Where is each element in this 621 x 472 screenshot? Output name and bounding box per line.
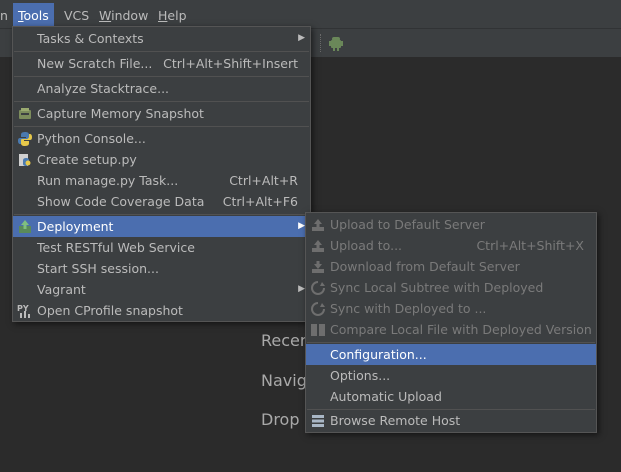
menu-separator — [14, 101, 309, 102]
menu-item-capture-memory-snapshot[interactable]: Capture Memory Snapshot — [13, 103, 310, 124]
menu-item-compare-local-file[interactable]: Compare Local File with Deployed Version — [306, 319, 596, 340]
sync-icon — [311, 302, 325, 316]
menu-item-label: Options... — [330, 368, 391, 383]
menu-item-vagrant[interactable]: Vagrant ▶ — [13, 279, 310, 300]
menu-item-sync-local-subtree[interactable]: Sync Local Subtree with Deployed — [306, 277, 596, 298]
tools-menu: Tasks & Contexts ▶ New Scratch File... C… — [12, 26, 311, 322]
menu-item-shortcut: Ctrl+Alt+Shift+Insert — [163, 56, 298, 71]
menubar-item-run[interactable]: n — [0, 3, 13, 28]
menu-item-upload-to[interactable]: Upload to... Ctrl+Alt+Shift+X — [306, 235, 596, 256]
menu-separator — [14, 76, 309, 77]
menu-item-label: Python Console... — [37, 131, 146, 146]
menu-separator — [14, 51, 309, 52]
menu-item-label: Sync with Deployed to ... — [330, 301, 487, 316]
menu-item-automatic-upload[interactable]: Automatic Upload — [306, 386, 596, 407]
welcome-recent-projects[interactable]: Recen — [261, 331, 310, 350]
deployment-icon — [19, 220, 31, 233]
deployment-submenu: Upload to Default Server Upload to... Ct… — [305, 212, 597, 433]
menu-item-label: Capture Memory Snapshot — [37, 106, 204, 121]
menu-item-label: Test RESTful Web Service — [37, 240, 195, 255]
menu-item-run-manage-py-task[interactable]: Run manage.py Task... Ctrl+Alt+R — [13, 170, 310, 191]
menu-separator — [307, 342, 595, 343]
menu-item-label: Analyze Stacktrace... — [37, 81, 170, 96]
toolbar-separator — [320, 34, 321, 52]
menu-item-open-cprofile-snapshot[interactable]: PY Open CProfile snapshot — [13, 300, 310, 321]
menu-separator — [14, 214, 309, 215]
menu-item-analyze-stacktrace[interactable]: Analyze Stacktrace... — [13, 78, 310, 99]
menu-item-show-code-coverage[interactable]: Show Code Coverage Data Ctrl+Alt+F6 — [13, 191, 310, 212]
menubar-item-window[interactable]: Window — [94, 3, 153, 28]
menu-item-start-ssh-session[interactable]: Start SSH session... — [13, 258, 310, 279]
sync-icon — [311, 281, 325, 295]
menu-item-label: Run manage.py Task... — [37, 173, 179, 188]
menu-item-label: Create setup.py — [37, 152, 137, 167]
submenu-arrow-icon: ▶ — [298, 33, 305, 43]
menu-item-browse-remote-host[interactable]: Browse Remote Host — [306, 410, 596, 431]
compare-icon — [311, 324, 325, 336]
cprofile-icon: PY — [17, 304, 30, 318]
menu-item-label: Sync Local Subtree with Deployed — [330, 280, 544, 295]
menu-item-shortcut: Ctrl+Alt+Shift+X — [476, 238, 584, 253]
upload-icon — [312, 240, 324, 252]
welcome-navigate[interactable]: Navig — [261, 371, 307, 390]
menu-item-label: Upload to... — [330, 238, 403, 253]
menu-item-test-restful[interactable]: Test RESTful Web Service — [13, 237, 310, 258]
menu-item-deployment[interactable]: Deployment ▶ — [13, 216, 310, 237]
svg-text:PY: PY — [17, 304, 29, 313]
menubar-item-help[interactable]: Help — [153, 3, 192, 28]
menu-item-shortcut: Ctrl+Alt+R — [229, 173, 298, 188]
menu-item-label: Browse Remote Host — [330, 413, 461, 428]
menu-item-label: Automatic Upload — [330, 389, 442, 404]
menu-item-tasks-contexts[interactable]: Tasks & Contexts ▶ — [13, 28, 310, 49]
menu-item-options[interactable]: Options... — [306, 365, 596, 386]
upload-icon — [312, 219, 324, 231]
menu-item-label: Compare Local File with Deployed Version — [330, 322, 592, 337]
menu-item-label: Download from Default Server — [330, 259, 520, 274]
menu-item-upload-default-server[interactable]: Upload to Default Server — [306, 214, 596, 235]
android-run-icon[interactable] — [328, 35, 344, 51]
menu-item-label: Vagrant — [37, 282, 86, 297]
menubar-item-tools[interactable]: Tools — [13, 3, 54, 28]
menu-item-configuration[interactable]: Configuration... — [306, 344, 596, 365]
menu-item-label: Open CProfile snapshot — [37, 303, 183, 318]
menu-item-label: Configuration... — [330, 347, 427, 362]
menu-item-create-setup-py[interactable]: Create setup.py — [13, 149, 310, 170]
menu-item-label: New Scratch File... — [37, 56, 153, 71]
menu-item-sync-with-deployed[interactable]: Sync with Deployed to ... — [306, 298, 596, 319]
menu-item-label: Show Code Coverage Data — [37, 194, 205, 209]
menu-separator — [14, 126, 309, 127]
submenu-arrow-icon: ▶ — [298, 221, 305, 231]
menu-item-label: Tasks & Contexts — [37, 31, 144, 46]
menu-item-new-scratch-file[interactable]: New Scratch File... Ctrl+Alt+Shift+Inser… — [13, 53, 310, 74]
menu-item-python-console[interactable]: Python Console... — [13, 128, 310, 149]
download-icon — [312, 261, 324, 273]
memory-snapshot-icon — [19, 108, 31, 119]
menubar-item-vcs[interactable]: VCS — [59, 3, 94, 28]
menu-item-label: Start SSH session... — [37, 261, 159, 276]
python-icon — [18, 132, 32, 146]
menu-item-label: Upload to Default Server — [330, 217, 485, 232]
submenu-arrow-icon: ▶ — [298, 284, 305, 294]
menu-item-label: Deployment — [37, 219, 114, 234]
setup-py-icon — [19, 154, 31, 166]
menu-item-shortcut: Ctrl+Alt+F6 — [222, 194, 298, 209]
menu-item-download-default-server[interactable]: Download from Default Server — [306, 256, 596, 277]
menubar-item-tools-rest: ools — [23, 8, 49, 23]
welcome-drop-files: Drop — [261, 410, 300, 429]
browse-remote-icon — [312, 415, 324, 427]
